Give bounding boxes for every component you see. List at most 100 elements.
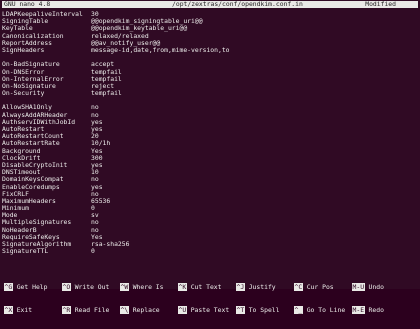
- config-key: AlwaysAddARHeader: [2, 111, 68, 119]
- config-value: tempfail: [91, 68, 122, 76]
- shortcut-key: ^J: [236, 283, 245, 292]
- config-line[interactable]: LDAPKeepaliveInterval 30: [2, 11, 418, 18]
- config-line[interactable]: DomainKeysCompat no: [2, 176, 418, 183]
- config-line[interactable]: DNSTimeout 10: [2, 169, 418, 176]
- shortcut-label: Get Help: [16, 283, 48, 292]
- shortcut-item[interactable]: ^_ Go To Line: [294, 305, 346, 314]
- config-line[interactable]: AuthservIDWithJobId yes: [2, 119, 418, 126]
- config-key: [2, 54, 91, 61]
- config-line[interactable]: Minimum 0: [2, 205, 418, 212]
- config-value: no: [91, 226, 99, 234]
- config-line[interactable]: SigningTable @@opendkim_signingtable_uri@…: [2, 18, 418, 25]
- config-line[interactable]: AutoRestart yes: [2, 126, 418, 133]
- config-line[interactable]: AlwaysAddARHeader no: [2, 112, 418, 119]
- config-line[interactable]: SignatureAlgorithm rsa-sha256: [2, 241, 418, 248]
- config-value: yes: [91, 118, 103, 126]
- config-key: Canonicalization: [2, 32, 64, 40]
- shortcut-item[interactable]: ^R Read File: [62, 305, 109, 314]
- shortcut-label: Paste Text: [190, 305, 230, 314]
- shortcut-item[interactable]: ^U Paste Text: [178, 305, 230, 314]
- shortcut-bar: ^G Get Help ^O Write Out ^W Where Is ^K Cut Tex…: [2, 270, 418, 329]
- config-key: RequireSafeKeys: [2, 233, 60, 241]
- config-line[interactable]: [2, 54, 418, 61]
- shortcut-key: ^R: [62, 305, 71, 314]
- terminal-window: GNU nano 4.8 /opt/zextras/conf/opendkim.…: [0, 0, 420, 314]
- shortcut-key: ^K: [178, 283, 187, 292]
- file-path: /opt/zextras/conf/opendkim.conf.in: [172, 0, 303, 8]
- modified-status: Modified: [365, 0, 396, 8]
- config-line[interactable]: KeyTable @@opendkim_keytable_uri@@: [2, 25, 418, 32]
- shortcut-item[interactable]: ^W Where Is: [120, 283, 163, 292]
- editor-buffer[interactable]: LDAPKeepaliveInterval 30 SigningTable @@ope…: [2, 11, 418, 255]
- config-value: @@opendkim_signingtable_uri@@: [91, 18, 203, 26]
- config-line[interactable]: MultipleSignatures no: [2, 219, 418, 226]
- shortcut-key: ^U: [178, 305, 187, 314]
- shortcut-item[interactable]: ^\ Replace: [120, 305, 160, 314]
- shortcut-item[interactable]: ^K Cut Text: [178, 283, 221, 292]
- shortcut-label: Redo: [368, 305, 384, 314]
- shortcut-key: ^W: [120, 283, 129, 292]
- shortcut-key: ^O: [62, 283, 71, 292]
- config-value: 10: [91, 169, 99, 177]
- shortcut-label: Exit: [16, 305, 33, 314]
- shortcut-item[interactable]: ^C Cur Pos: [294, 283, 334, 292]
- config-line[interactable]: Background Yes: [2, 148, 418, 155]
- config-line[interactable]: On-Security tempfail: [2, 90, 418, 97]
- config-line[interactable]: NoHeaderB no: [2, 227, 418, 234]
- config-line[interactable]: On-DNSError tempfail: [2, 69, 418, 76]
- config-value: no: [91, 219, 99, 227]
- config-key: Background: [2, 147, 41, 155]
- config-value: sv: [91, 212, 99, 220]
- config-line[interactable]: MaximumHeaders 65536: [2, 198, 418, 205]
- config-value: accept: [91, 61, 115, 69]
- config-line[interactable]: AutoRestartCount 20: [2, 133, 418, 140]
- config-line[interactable]: SignatureTTL 0: [2, 248, 418, 255]
- config-line[interactable]: On-BadSignature accept: [2, 61, 418, 68]
- config-key: AutoRestartRate: [2, 140, 60, 148]
- config-line[interactable]: AutoRestartRate 10/1h: [2, 140, 418, 147]
- config-value: 300: [91, 154, 103, 162]
- shortcut-row: ^G Get Help ^O Write Out ^W Where Is ^K Cut Tex…: [2, 283, 418, 292]
- config-line[interactable]: SignHeaders message-id,date,from,mime-ver…: [2, 47, 418, 54]
- config-value: @@av_notify_user@@: [91, 39, 161, 47]
- config-line[interactable]: [2, 97, 418, 104]
- config-key: AllowSHA1Only: [2, 104, 53, 112]
- config-line[interactable]: DisableCryptoInit yes: [2, 162, 418, 169]
- config-value: no: [91, 104, 99, 112]
- config-line[interactable]: On-InternalError tempfail: [2, 76, 418, 83]
- config-line[interactable]: Mode sv: [2, 212, 418, 219]
- config-line[interactable]: Canonicalization relaxed/relaxed: [2, 33, 418, 40]
- shortcut-key: ^_: [294, 305, 303, 314]
- config-value: @@opendkim_keytable_uri@@: [91, 25, 188, 33]
- shortcut-item[interactable]: ^T To Spell: [236, 305, 279, 314]
- shortcut-item[interactable]: M-E Redo: [352, 305, 384, 314]
- config-key: SignatureAlgorithm: [2, 241, 72, 248]
- config-value: [91, 97, 418, 104]
- shortcut-item[interactable]: ^J Justify: [236, 283, 276, 292]
- config-key: SignHeaders: [2, 46, 45, 54]
- config-value: reject: [91, 82, 115, 90]
- shortcut-item[interactable]: ^G Get Help: [4, 283, 48, 292]
- config-line[interactable]: ReportAddress @@av_notify_user@@: [2, 40, 418, 47]
- shortcut-item[interactable]: ^X Exit: [4, 305, 33, 314]
- config-line[interactable]: AllowSHA1Only no: [2, 104, 418, 111]
- config-line[interactable]: FixCRLF no: [2, 191, 418, 198]
- shortcut-item[interactable]: M-U Undo: [352, 283, 384, 292]
- shortcut-label: Cur Pos: [306, 283, 334, 292]
- config-value: Yes: [91, 233, 103, 241]
- shortcut-key: ^X: [4, 305, 13, 314]
- shortcut-key: M-U: [352, 283, 365, 292]
- config-line[interactable]: EnableCoredumps yes: [2, 184, 418, 191]
- shortcut-label: Go To Line: [306, 305, 346, 314]
- config-value: yes: [91, 126, 103, 133]
- app-version: GNU nano 4.8: [4, 0, 51, 8]
- config-line[interactable]: RequireSafeKeys Yes: [2, 234, 418, 241]
- config-key: SigningTable: [2, 18, 49, 26]
- shortcut-label: Undo: [368, 283, 384, 292]
- shortcut-key: M-E: [352, 305, 365, 314]
- config-line[interactable]: On-NoSignature reject: [2, 83, 418, 90]
- config-key: Minimum: [2, 205, 29, 213]
- config-key: MultipleSignatures: [2, 219, 72, 227]
- shortcut-item[interactable]: ^O Write Out: [62, 283, 109, 292]
- config-line[interactable]: ClockDrift 300: [2, 155, 418, 162]
